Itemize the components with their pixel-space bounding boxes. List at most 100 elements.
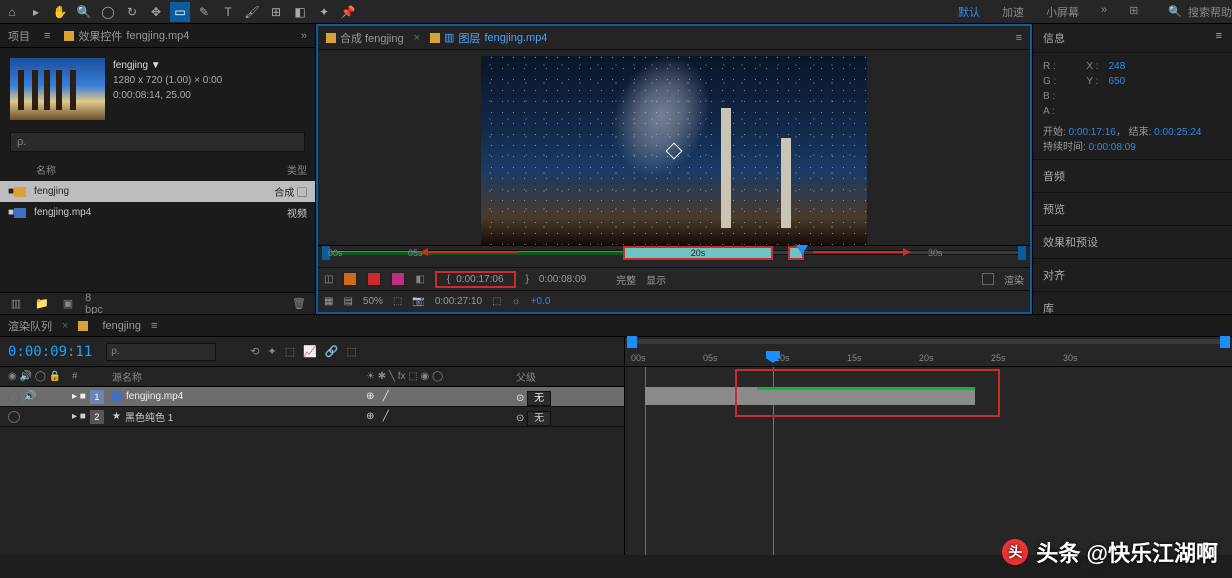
footage-icon [14, 208, 26, 218]
layer-row-1[interactable]: 🔊 ▸ ■ 1 fengjing.mp4 ⊕ ╱ ⊙ 无 [0, 387, 624, 407]
project-tab[interactable]: 项目 [8, 28, 30, 44]
hand-icon[interactable]: ✋ [50, 2, 70, 22]
annotation-box [735, 369, 1000, 417]
col-name[interactable]: 名称 [36, 162, 237, 177]
orbit-icon[interactable]: ◯ [98, 2, 118, 22]
rotate-icon[interactable]: ↻ [122, 2, 142, 22]
workspace-tab-2[interactable]: 小屏幕 [1046, 4, 1079, 20]
view-label[interactable]: 显示 [646, 272, 666, 287]
attach-icon[interactable]: 🔗 [325, 345, 339, 358]
parent-select[interactable]: 无 [527, 411, 551, 426]
workspace-tabs: 默认 加速 小屏幕 » ⊞ [958, 4, 1148, 20]
project-search[interactable]: ρ. [10, 132, 305, 152]
overflow-icon[interactable]: ⊞ [1129, 4, 1138, 20]
timeline-search-placeholder: ρ. [111, 346, 119, 357]
pickwhip-icon[interactable]: ⊙ [516, 413, 524, 424]
roto-icon[interactable]: ✦ [314, 2, 334, 22]
layer-row-2[interactable]: ▸ ■ 2 ★ 黑色纯色 1 ⊕ ╱ ⊙ 无 [0, 407, 624, 427]
rect-icon[interactable]: ▭ [170, 2, 190, 22]
bpp-toggle[interactable]: 8 bpc [86, 297, 102, 311]
text-icon[interactable]: T [218, 2, 238, 22]
brush-icon[interactable]: 🖌 [242, 2, 262, 22]
workspace-tab-1[interactable]: 加速 [1002, 4, 1024, 20]
playhead[interactable] [766, 351, 780, 363]
swatch-icon[interactable] [367, 272, 381, 286]
work-area-scrubber[interactable]: 00s 05s 20s 30s [318, 246, 1030, 268]
comp-menu-icon[interactable]: ≡ [1016, 32, 1022, 44]
pointer-icon[interactable]: ▸ [26, 2, 46, 22]
solid-icon: ★ [112, 411, 121, 422]
viewer[interactable] [318, 50, 1030, 245]
tab-menu-icon[interactable]: ≡ [151, 320, 157, 332]
panel-preview[interactable]: 预览 [1033, 192, 1232, 225]
swatch-icon[interactable] [343, 272, 357, 286]
eraser-icon[interactable]: ◧ [290, 2, 310, 22]
effects-tab[interactable]: 效果控件 [78, 28, 122, 44]
timeline-columns: ◉ 🔊 ◯ 🔒 # 源名称 ☀ ✱ ╲ fx ⬚ ◉ ◯ 父级 [0, 367, 624, 387]
alpha-icon[interactable]: ◫ [324, 274, 333, 285]
timeline-search[interactable]: ρ. [106, 343, 216, 361]
channel-icon[interactable]: ⬚ [492, 296, 501, 307]
work-in-handle[interactable] [627, 336, 637, 348]
mask-icon[interactable]: ⬚ [393, 296, 402, 307]
help-search[interactable]: 🔍 搜索帮助 [1168, 4, 1232, 20]
col-parent[interactable]: 父级 [516, 369, 616, 384]
trash-icon[interactable]: 🗑 [291, 297, 307, 311]
work-out-handle[interactable] [1220, 336, 1230, 348]
panel-close-icon[interactable]: » [301, 30, 307, 42]
search-icon: 🔍 [1168, 5, 1182, 18]
asset-thumbnail[interactable] [10, 58, 105, 120]
current-time[interactable]: 0:00:09:11 [8, 344, 92, 360]
render-checkbox[interactable] [982, 273, 994, 285]
folder-new-icon[interactable]: 📁 [34, 297, 50, 311]
tab-comp[interactable]: fengjing [102, 320, 141, 332]
exposure-icon[interactable]: ☼ [512, 296, 521, 307]
stamp-icon[interactable]: ⊞ [266, 2, 286, 22]
comp-new-icon[interactable]: ▣ [60, 297, 76, 311]
pickwhip-icon[interactable]: ⊙ [516, 393, 524, 404]
res-label[interactable]: 完整 [616, 272, 636, 287]
comp-tab-1[interactable]: 合成 fengjing [326, 30, 404, 46]
comp-tab-2[interactable]: ▥ 图层 fengjing.mp4 [430, 30, 547, 46]
quality-icon[interactable]: ✦ [268, 345, 277, 358]
project-row-comp[interactable]: ■ fengjing 合成 ▢ [0, 181, 315, 202]
swatch-icon[interactable] [391, 272, 405, 286]
panel-effects[interactable]: 效果和预设 [1033, 225, 1232, 258]
panel-menu-icon[interactable]: ≡ [1216, 30, 1222, 42]
panel-align[interactable]: 对齐 [1033, 258, 1232, 291]
anchor-icon[interactable]: ✥ [146, 2, 166, 22]
playhead-icon[interactable] [796, 245, 808, 255]
3d-icon[interactable]: ⬚ [347, 345, 357, 358]
interpret-icon[interactable]: ▥ [8, 297, 24, 311]
visibility-icon[interactable] [8, 391, 20, 403]
in-time-box[interactable]: { 0:00:17:06 [435, 271, 516, 288]
motion-blur-icon[interactable]: ⬚ [285, 345, 295, 358]
project-tab-menu-icon[interactable]: ≡ [44, 30, 50, 42]
grid-icon[interactable]: ▦ [324, 296, 333, 307]
parent-select[interactable]: 无 [527, 391, 551, 406]
shy-icon[interactable]: ⟲ [250, 345, 259, 358]
graph-icon[interactable]: 📈 [303, 345, 317, 358]
guides-icon[interactable]: ▤ [343, 296, 352, 307]
zoom-icon[interactable]: 🔍 [74, 2, 94, 22]
panel-audio[interactable]: 音频 [1033, 159, 1232, 192]
workspace-tab-default[interactable]: 默认 [958, 4, 980, 20]
folder-icon [78, 321, 88, 331]
col-type[interactable]: 类型 [237, 162, 307, 177]
puppet-icon[interactable]: 📌 [338, 2, 358, 22]
workspace-more[interactable]: » [1101, 4, 1107, 20]
work-area-segment[interactable]: 20s [623, 246, 773, 260]
home-icon[interactable]: ⌂ [2, 2, 22, 22]
tab-render-queue[interactable]: 渲染队列 [8, 318, 52, 334]
time-ruler[interactable]: 00s 05s 10s 15s 20s 25s 30s [625, 337, 1232, 367]
timeline-tracks[interactable]: 00s 05s 10s 15s 20s 25s 30s [625, 337, 1232, 555]
visibility-icon[interactable] [8, 411, 20, 423]
project-row-footage[interactable]: ■ fengjing.mp4 视频 [0, 202, 315, 223]
out-handle[interactable] [1018, 246, 1026, 260]
snapshot-icon[interactable]: 📷 [412, 296, 424, 307]
pen-icon[interactable]: ✎ [194, 2, 214, 22]
project-row-name: fengjing [34, 186, 69, 197]
col-source-name[interactable]: 源名称 [112, 369, 366, 384]
info-x: 248 [1109, 61, 1126, 72]
prev-icon[interactable]: ◧ [415, 274, 424, 285]
